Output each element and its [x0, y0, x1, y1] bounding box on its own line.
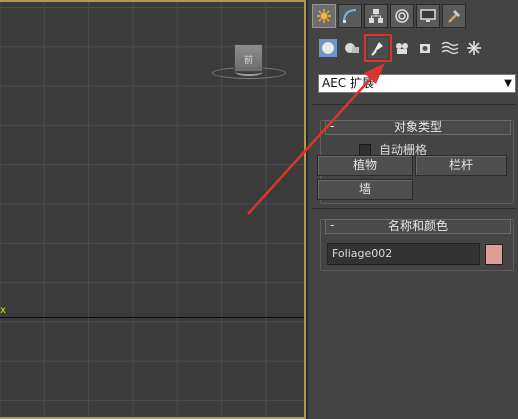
object-type-rollout: - 对象类型 自动栅格 植物 栏杆 墙 [317, 120, 514, 204]
name-color-title: 名称和颜色 [387, 219, 448, 233]
grid-axis-line [0, 317, 304, 318]
cameras-button[interactable] [392, 38, 412, 58]
systems-button[interactable] [464, 38, 484, 58]
motion-tab-icon [395, 9, 409, 23]
helpers-icon [420, 44, 430, 53]
lights-button[interactable] [364, 34, 392, 62]
shapes-icon [345, 43, 359, 53]
hierarchy-tab[interactable] [364, 4, 388, 28]
collapse-toggle-icon: - [330, 119, 335, 133]
viewcube[interactable]: 前 [234, 44, 263, 72]
object-type-title: 对象类型 [393, 120, 442, 134]
helpers-button[interactable] [416, 38, 436, 58]
create-tab[interactable] [312, 4, 336, 28]
object-type-rollout-header[interactable]: - 对象类型 [325, 120, 511, 135]
command-panel: AEC 扩展 ▼ - 对象类型 自动栅格 植物 栏杆 墙 - 名称和颜色 Fol… [308, 0, 518, 419]
modify-tab[interactable] [338, 4, 362, 28]
lights-icon [371, 42, 383, 56]
railing-button[interactable]: 栏杆 [415, 155, 507, 176]
collapse-toggle-icon: - [330, 218, 335, 232]
name-color-rollout: - 名称和颜色 Foliage002 [320, 219, 514, 271]
name-color-rollout-header[interactable]: - 名称和颜色 [325, 219, 511, 234]
display-tab-icon [420, 9, 436, 22]
object-color-swatch[interactable] [485, 244, 503, 265]
axis-label: x [0, 305, 7, 316]
shapes-button[interactable] [342, 38, 362, 58]
geometry-icon [319, 39, 337, 57]
category-dropdown-value: AEC 扩展 [322, 76, 374, 90]
create-tab-icon [317, 9, 331, 23]
viewport[interactable]: x 前 [0, 0, 306, 419]
space-warps-button[interactable] [440, 38, 460, 58]
foliage-button[interactable]: 植物 [317, 155, 413, 176]
panel-divider [312, 104, 516, 105]
space-warps-icon [441, 41, 459, 55]
display-tab[interactable] [416, 4, 440, 28]
viewcube-label: 前 [243, 56, 253, 66]
wall-button[interactable]: 墙 [317, 179, 413, 200]
motion-tab[interactable] [390, 4, 414, 28]
utilities-tab-icon [448, 10, 460, 23]
object-name-field[interactable]: Foliage002 [327, 243, 480, 265]
panel-divider [312, 208, 516, 209]
utilities-tab[interactable] [442, 4, 466, 28]
command-panel-tabs [312, 4, 466, 30]
systems-icon [467, 41, 481, 55]
modify-tab-icon [343, 9, 357, 23]
category-dropdown[interactable]: AEC 扩展 ▼ [318, 74, 516, 93]
chevron-down-icon: ▼ [504, 78, 512, 89]
autogrid-checkbox[interactable] [359, 143, 371, 156]
cameras-icon [396, 43, 408, 54]
hierarchy-tab-icon [369, 9, 383, 23]
geometry-button[interactable] [318, 38, 338, 58]
